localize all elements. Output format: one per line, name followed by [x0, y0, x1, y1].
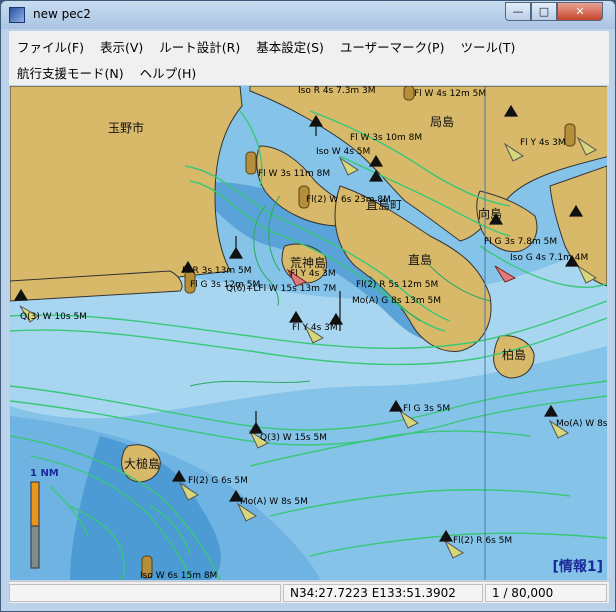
light-label: Fl Y 4s 3M — [520, 138, 566, 148]
light-label: Iso R 4s 7.3m 3M — [298, 86, 376, 96]
light-label: Fl R 3s 13m 5M — [182, 266, 252, 276]
window-title: new pec2 — [33, 7, 91, 21]
light-label: Mo(A) G 8s 13m 5M — [352, 296, 441, 306]
light-label: Mo(A) W 8s 5M — [240, 497, 308, 507]
light-label: Fl G 3s 7.8m 5M — [484, 237, 558, 247]
status-bar: N34:27.7223 E133:51.3902 1 / 80,000 — [9, 581, 609, 603]
menu-tools[interactable]: ツール(T) — [452, 37, 523, 56]
place-tsubonejima: 局島 — [430, 115, 455, 129]
title-bar[interactable]: new pec2 — □ ✕ — [1, 1, 615, 29]
place-naoshima: 直島 — [408, 253, 433, 267]
menu-navigation-mode[interactable]: 航行支援モード(N) — [9, 63, 132, 82]
light-label: Fl W 3s 11m 8M — [258, 169, 331, 179]
cursor-coordinates: N34:27.7223 E133:51.3902 — [283, 584, 483, 602]
status-message — [9, 584, 281, 602]
close-button[interactable]: ✕ — [557, 2, 603, 21]
scale-bar-label: 1 NM — [30, 468, 59, 479]
light-label: Iso W 6s 15m 8M — [140, 571, 218, 580]
light-label: Iso G 4s 7.1m 4M — [510, 253, 589, 263]
light-label: Q(6)+LFl W 15s 13m 7M — [226, 284, 337, 294]
light-label: Fl G 3s 5M — [403, 404, 451, 414]
app-window: new pec2 — □ ✕ ファイル(F) 表示(V) ルート設計(R) 基本… — [0, 0, 616, 612]
menu-route-design[interactable]: ルート設計(R) — [151, 37, 248, 56]
chart-map-graphics — [10, 86, 607, 580]
menu-file[interactable]: ファイル(F) — [9, 37, 92, 56]
light-label: Fl W 4s 12m 5M — [414, 89, 487, 99]
light-label: Fl W 3s 10m 8M — [350, 133, 423, 143]
light-label: Fl(2) W 6s 23m 8M — [306, 195, 391, 205]
menu-view[interactable]: 表示(V) — [92, 37, 151, 56]
place-kashiwajima: 柏島 — [502, 348, 527, 362]
light-label: Q(3) W 15s 5M — [260, 433, 327, 443]
maximize-button[interactable]: □ — [531, 2, 557, 21]
info-label[interactable]: [情報1] — [552, 556, 603, 576]
light-label: Fl(2) R 5s 12m 5M — [356, 280, 439, 290]
menu-help[interactable]: ヘルプ(H) — [132, 63, 205, 82]
menu-bar: ファイル(F) 表示(V) ルート設計(R) 基本設定(S) ユーザーマーク(P… — [9, 31, 609, 85]
light-label: Q(3) W 10s 5M — [20, 312, 87, 322]
minimize-button[interactable]: — — [505, 2, 531, 21]
chart-map-view[interactable]: 玉野市 局島 直島町 向島 荒神島 直島 柏島 大槌島 Iso R 4s 7.3… — [10, 86, 607, 580]
light-label: Fl(2) G 6s 5M — [188, 476, 248, 486]
place-ozuchijima: 大槌島 — [124, 457, 161, 471]
menu-basic-settings[interactable]: 基本設定(S) — [248, 37, 332, 56]
place-mukaijima: 向島 — [478, 207, 503, 221]
app-icon — [9, 7, 25, 23]
place-tamano: 玉野市 — [108, 121, 145, 135]
light-label: Fl Y 4s 3M — [290, 269, 336, 279]
chart-scale: 1 / 80,000 — [485, 584, 607, 602]
light-label: Iso W 4s 5M — [316, 147, 371, 157]
light-label: Fl(2) R 6s 5M — [453, 536, 513, 546]
menu-user-mark[interactable]: ユーザーマーク(P) — [332, 37, 453, 56]
light-label: Mo(A) W 8s — [556, 419, 607, 429]
light-label: Fl Y 4s 3M — [292, 323, 338, 333]
